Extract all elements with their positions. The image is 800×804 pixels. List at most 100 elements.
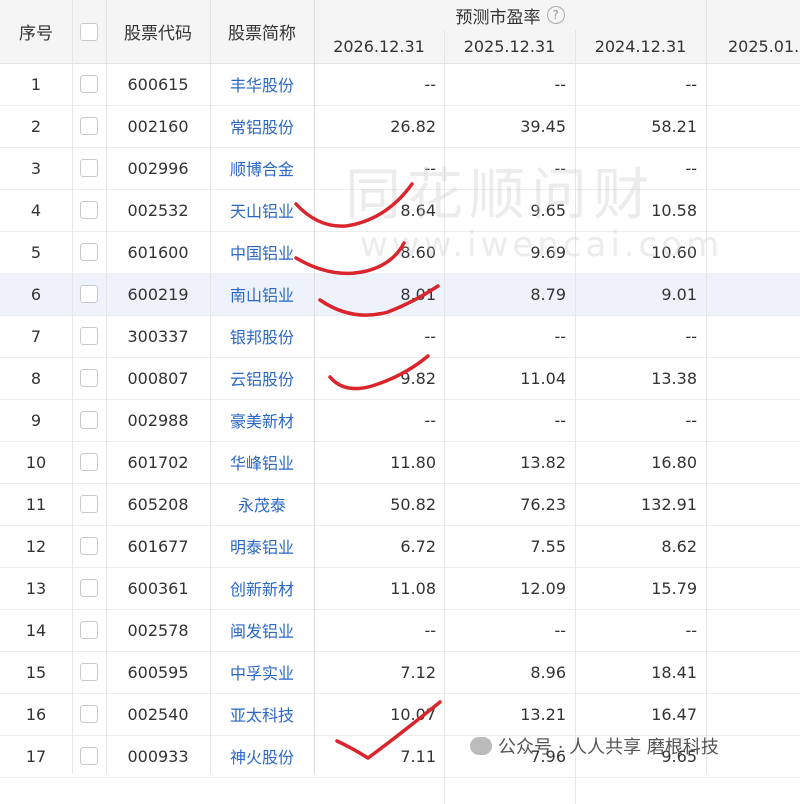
row-checkbox-cell[interactable]	[72, 357, 106, 399]
divider	[314, 0, 315, 774]
row-checkbox-cell[interactable]	[72, 441, 106, 483]
row-checkbox-cell[interactable]	[72, 63, 106, 105]
row-checkbox-cell[interactable]	[72, 609, 106, 651]
divider	[106, 0, 107, 774]
row-checkbox[interactable]	[80, 159, 98, 177]
row-seq: 3	[30, 158, 42, 178]
row-checkbox-cell[interactable]	[72, 567, 106, 609]
col-2025-01-header[interactable]: 2025.01.	[706, 30, 800, 63]
stock-name-link[interactable]: 常铝股份	[210, 105, 314, 147]
select-all-checkbox-cell[interactable]	[72, 0, 106, 63]
row-checkbox-cell[interactable]	[72, 231, 106, 273]
stock-name-link[interactable]: 云铝股份	[210, 357, 314, 399]
col-2025-header[interactable]: 2025.12.31	[444, 30, 575, 63]
pe-2024: 8.62	[661, 536, 697, 556]
stock-name-link[interactable]: 中孚实业	[210, 651, 314, 693]
pe-2025: 12.09	[520, 578, 566, 598]
row-checkbox-cell[interactable]	[72, 399, 106, 441]
row-checkbox-cell[interactable]	[72, 525, 106, 567]
row-seq: 6	[30, 284, 42, 304]
table-row[interactable]: 13 600361 创新新材 11.08 12.09 15.79	[0, 567, 800, 610]
help-icon[interactable]: ?	[546, 6, 565, 24]
stock-code: 600361	[127, 578, 189, 598]
table-header: 序号 股票代码 股票简称 预测市盈率 ? 2026.12.31 2025.12.…	[0, 0, 800, 64]
table-row[interactable]: 10 601702 华峰铝业 11.80 13.82 16.80	[0, 441, 800, 484]
row-checkbox[interactable]	[80, 705, 98, 723]
footer-watermark: 公众号 · 人人共享 磨根科技	[470, 733, 719, 759]
row-checkbox[interactable]	[80, 411, 98, 429]
row-seq: 10	[25, 452, 47, 472]
stock-name-link[interactable]: 中国铝业	[210, 231, 314, 273]
row-checkbox[interactable]	[80, 327, 98, 345]
stock-code: 002160	[127, 116, 189, 136]
row-checkbox[interactable]	[80, 453, 98, 471]
col-2026-header[interactable]: 2026.12.31	[314, 30, 444, 63]
row-checkbox-cell[interactable]	[72, 273, 106, 315]
table-row[interactable]: 16 002540 亚太科技 10.07 13.21 16.47	[0, 693, 800, 736]
row-checkbox[interactable]	[80, 747, 98, 765]
col-name-header[interactable]: 股票简称	[210, 0, 314, 63]
pe-2026: 8.01	[400, 284, 436, 304]
stock-name-link[interactable]: 创新新材	[210, 567, 314, 609]
stock-code: 605208	[127, 494, 189, 514]
watermark-url: www.iwencai.com	[360, 225, 724, 265]
pe-2025: 8.96	[530, 662, 566, 682]
row-checkbox[interactable]	[80, 369, 98, 387]
stock-name-link[interactable]: 永茂泰	[210, 483, 314, 525]
stock-name-link[interactable]: 闽发铝业	[210, 609, 314, 651]
pe-2025: --	[554, 326, 566, 346]
stock-name-link[interactable]: 豪美新材	[210, 399, 314, 441]
row-checkbox[interactable]	[80, 663, 98, 681]
stock-name-link[interactable]: 华峰铝业	[210, 441, 314, 483]
stock-name-link[interactable]: 亚太科技	[210, 693, 314, 735]
stock-name-link[interactable]: 南山铝业	[210, 273, 314, 315]
row-checkbox[interactable]	[80, 117, 98, 135]
stock-name-link[interactable]: 丰华股份	[210, 63, 314, 105]
row-checkbox[interactable]	[80, 579, 98, 597]
row-checkbox-cell[interactable]	[72, 693, 106, 735]
row-checkbox[interactable]	[80, 537, 98, 555]
stock-code: 601600	[127, 242, 189, 262]
table-row[interactable]: 14 002578 闽发铝业 -- -- --	[0, 609, 800, 652]
footer-watermark-text: 公众号 · 人人共享 磨根科技	[498, 737, 719, 758]
stock-name-link[interactable]: 银邦股份	[210, 315, 314, 357]
col-2024-header[interactable]: 2024.12.31	[575, 30, 706, 63]
col-code-header[interactable]: 股票代码	[106, 0, 210, 63]
stock-code: 600615	[127, 74, 189, 94]
row-checkbox[interactable]	[80, 243, 98, 261]
row-checkbox-cell[interactable]	[72, 651, 106, 693]
stock-name-link[interactable]: 天山铝业	[210, 189, 314, 231]
col-seq-header[interactable]: 序号	[0, 0, 72, 63]
row-checkbox-cell[interactable]	[72, 189, 106, 231]
row-checkbox-cell[interactable]	[72, 315, 106, 357]
row-checkbox[interactable]	[80, 495, 98, 513]
row-checkbox[interactable]	[80, 621, 98, 639]
table-row[interactable]: 2 002160 常铝股份 26.82 39.45 58.21	[0, 105, 800, 148]
row-checkbox[interactable]	[80, 201, 98, 219]
row-checkbox-cell[interactable]	[72, 483, 106, 525]
pe-2024: 132.91	[641, 494, 697, 514]
pe-2026: --	[424, 620, 436, 640]
stock-name-link[interactable]: 神火股份	[210, 735, 314, 777]
stock-name-link[interactable]: 明泰铝业	[210, 525, 314, 567]
select-all-checkbox[interactable]	[80, 22, 98, 41]
stock-name-link[interactable]: 顺博合金	[210, 147, 314, 189]
stock-code: 002996	[127, 158, 189, 178]
table-row[interactable]: 8 000807 云铝股份 9.82 11.04 13.38	[0, 357, 800, 400]
row-checkbox-cell[interactable]	[72, 105, 106, 147]
row-checkbox-cell[interactable]	[72, 735, 106, 777]
row-checkbox[interactable]	[80, 285, 98, 303]
table-row[interactable]: 1 600615 丰华股份 -- -- --	[0, 63, 800, 106]
table-row[interactable]: 12 601677 明泰铝业 6.72 7.55 8.62	[0, 525, 800, 568]
table-row[interactable]: 6 600219 南山铝业 8.01 8.79 9.01	[0, 273, 800, 316]
pe-2026: 11.80	[390, 452, 436, 472]
row-checkbox-cell[interactable]	[72, 147, 106, 189]
stock-code: 002532	[127, 200, 189, 220]
row-checkbox[interactable]	[80, 75, 98, 93]
table-row[interactable]: 9 002988 豪美新材 -- -- --	[0, 399, 800, 442]
table-row[interactable]: 11 605208 永茂泰 50.82 76.23 132.91	[0, 483, 800, 526]
pe-2025: --	[554, 74, 566, 94]
table-row[interactable]: 7 300337 银邦股份 -- -- --	[0, 315, 800, 358]
pe-2025: 8.79	[530, 284, 566, 304]
table-row[interactable]: 15 600595 中孚实业 7.12 8.96 18.41	[0, 651, 800, 694]
